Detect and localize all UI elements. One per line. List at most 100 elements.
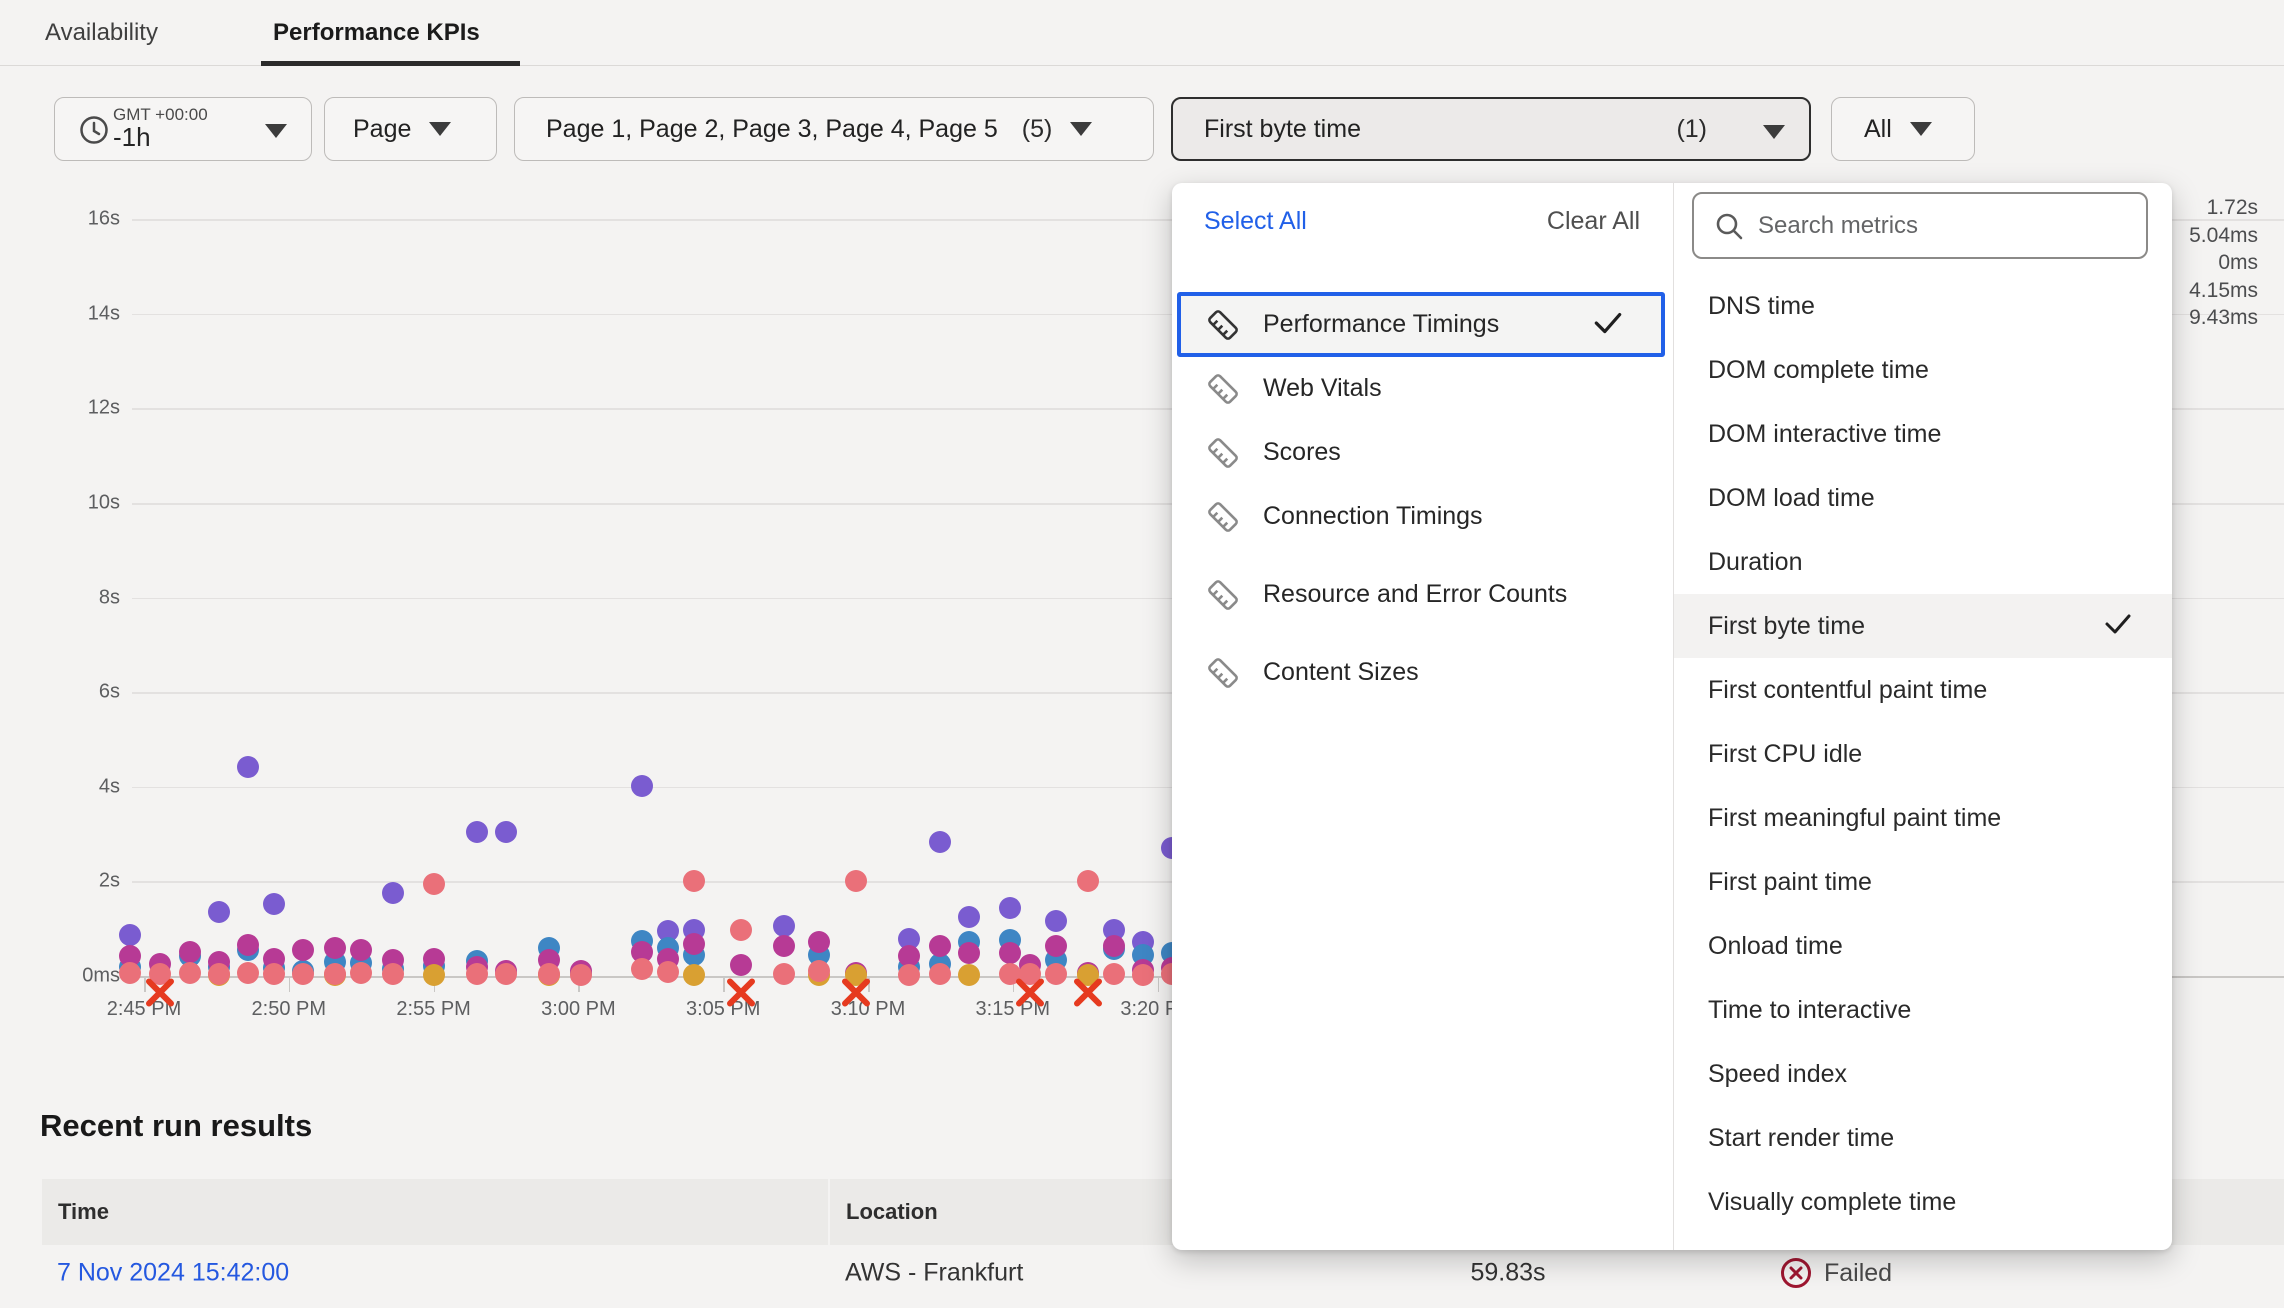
data-point-series-purple[interactable]: [382, 882, 404, 904]
data-point-series-gold[interactable]: [423, 964, 445, 986]
data-point-series-purple[interactable]: [466, 821, 488, 843]
data-point-series-salmon[interactable]: [845, 870, 867, 892]
data-point-series-salmon[interactable]: [382, 963, 404, 985]
data-point-series-purple[interactable]: [929, 831, 951, 853]
metric-item-first-cpu-idle[interactable]: First CPU idle: [1674, 722, 2172, 786]
run-status-label: Failed: [1824, 1259, 1892, 1288]
data-point-series-salmon[interactable]: [1132, 964, 1154, 986]
data-point-series-salmon[interactable]: [1045, 963, 1067, 985]
metric-picker-popover: Select All Clear All Performance Timings…: [1172, 183, 2172, 1250]
category-item-content-sizes[interactable]: Content Sizes: [1172, 641, 1670, 705]
metric-item-start-render-time[interactable]: Start render time: [1674, 1106, 2172, 1170]
data-point-series-magenta[interactable]: [683, 933, 705, 955]
failed-run-x-marker[interactable]: [144, 977, 176, 1014]
data-point-series-purple[interactable]: [495, 821, 517, 843]
data-point-series-magenta[interactable]: [958, 942, 980, 964]
metric-item-visually-complete-time[interactable]: Visually complete time: [1674, 1170, 2172, 1234]
category-item-label: Web Vitals: [1263, 372, 1382, 406]
data-point-series-salmon[interactable]: [350, 962, 372, 984]
category-item-connection-timings[interactable]: Connection Timings: [1172, 485, 1670, 549]
metric-item-duration[interactable]: Duration: [1674, 530, 2172, 594]
data-point-series-purple[interactable]: [958, 906, 980, 928]
category-list: Performance Timings Web Vitals Scores Conne…: [1172, 183, 1673, 1250]
failed-run-x-marker[interactable]: [1072, 977, 1104, 1014]
failed-run-x-marker[interactable]: [840, 977, 872, 1014]
data-point-series-salmon[interactable]: [237, 962, 259, 984]
data-point-series-salmon[interactable]: [730, 919, 752, 941]
category-item-resource-and-error-counts[interactable]: Resource and Error Counts: [1172, 549, 1670, 641]
category-item-label: Resource and Error Counts: [1263, 578, 1567, 612]
data-point-series-salmon[interactable]: [808, 960, 830, 982]
ruler-icon: [1205, 655, 1241, 691]
metric-item-speed-index[interactable]: Speed index: [1674, 1042, 2172, 1106]
recent-run-results-title: Recent run results: [40, 1108, 312, 1144]
data-point-series-salmon[interactable]: [179, 962, 201, 984]
metric-item-onload-time[interactable]: Onload time: [1674, 914, 2172, 978]
metric-item-first-byte-time[interactable]: First byte time: [1674, 594, 2172, 658]
data-point-series-purple[interactable]: [119, 924, 141, 946]
metric-item-time-to-interactive[interactable]: Time to interactive: [1674, 978, 2172, 1042]
failed-run-x-marker[interactable]: [725, 977, 757, 1014]
data-point-series-salmon[interactable]: [423, 873, 445, 895]
failed-run-x-marker[interactable]: [1014, 977, 1046, 1014]
metric-item-dns-time[interactable]: DNS time: [1674, 274, 2172, 338]
category-item-web-vitals[interactable]: Web Vitals: [1172, 357, 1670, 421]
metric-item-first-meaningful-paint-time[interactable]: First meaningful paint time: [1674, 786, 2172, 850]
data-point-series-magenta[interactable]: [237, 934, 259, 956]
data-point-series-purple[interactable]: [208, 901, 230, 923]
data-point-series-purple[interactable]: [631, 775, 653, 797]
run-time-link[interactable]: 7 Nov 2024 15:42:00: [57, 1259, 289, 1288]
data-point-series-salmon[interactable]: [773, 963, 795, 985]
data-point-series-purple[interactable]: [1045, 910, 1067, 932]
x-axis-tick: [1158, 976, 1160, 992]
data-point-series-salmon[interactable]: [292, 963, 314, 985]
data-point-series-salmon[interactable]: [570, 964, 592, 986]
metric-item-dom-load-time[interactable]: DOM load time: [1674, 466, 2172, 530]
data-point-series-salmon[interactable]: [495, 963, 517, 985]
data-point-series-salmon[interactable]: [208, 963, 230, 985]
search-metrics-input[interactable]: [1758, 212, 2118, 240]
metric-search-box: [1692, 192, 2148, 259]
data-point-series-salmon[interactable]: [538, 963, 560, 985]
data-point-series-salmon[interactable]: [466, 963, 488, 985]
data-point-series-magenta[interactable]: [350, 939, 372, 961]
data-point-series-salmon[interactable]: [263, 963, 285, 985]
column-header-time-label: Time: [58, 1199, 109, 1225]
data-point-series-purple[interactable]: [263, 893, 285, 915]
data-point-series-magenta[interactable]: [292, 939, 314, 961]
data-point-series-magenta[interactable]: [324, 937, 346, 959]
data-point-series-gold[interactable]: [683, 964, 705, 986]
data-point-series-salmon[interactable]: [1077, 870, 1099, 892]
category-item-performance-timings[interactable]: Performance Timings: [1177, 292, 1665, 357]
data-point-series-magenta[interactable]: [808, 931, 830, 953]
data-point-series-salmon[interactable]: [631, 958, 653, 980]
ruler-icon: [1205, 307, 1241, 343]
category-item-label: Scores: [1263, 436, 1341, 470]
category-item-scores[interactable]: Scores: [1172, 421, 1670, 485]
data-point-series-magenta[interactable]: [1103, 935, 1125, 957]
data-point-series-magenta[interactable]: [999, 942, 1021, 964]
metric-item-first-paint-time[interactable]: First paint time: [1674, 850, 2172, 914]
metric-item-first-contentful-paint-time[interactable]: First contentful paint time: [1674, 658, 2172, 722]
data-point-series-gold[interactable]: [958, 964, 980, 986]
data-point-series-salmon[interactable]: [324, 963, 346, 985]
data-point-series-purple[interactable]: [999, 897, 1021, 919]
data-point-series-magenta[interactable]: [929, 935, 951, 957]
data-point-series-magenta[interactable]: [179, 941, 201, 963]
data-point-series-salmon[interactable]: [1103, 963, 1125, 985]
data-point-series-magenta[interactable]: [773, 935, 795, 957]
y-axis-label: 6s: [10, 681, 120, 704]
data-point-series-salmon[interactable]: [119, 962, 141, 984]
data-point-series-magenta[interactable]: [730, 954, 752, 976]
data-point-series-salmon[interactable]: [657, 961, 679, 983]
metric-item-dom-complete-time[interactable]: DOM complete time: [1674, 338, 2172, 402]
data-point-series-salmon[interactable]: [898, 964, 920, 986]
data-point-series-salmon[interactable]: [929, 963, 951, 985]
data-point-series-purple[interactable]: [773, 915, 795, 937]
column-header-time[interactable]: Time: [42, 1179, 828, 1245]
data-point-series-salmon[interactable]: [683, 870, 705, 892]
checkmark-icon: [2102, 607, 2134, 639]
data-point-series-purple[interactable]: [237, 756, 259, 778]
metric-item-dom-interactive-time[interactable]: DOM interactive time: [1674, 402, 2172, 466]
data-point-series-magenta[interactable]: [1045, 935, 1067, 957]
